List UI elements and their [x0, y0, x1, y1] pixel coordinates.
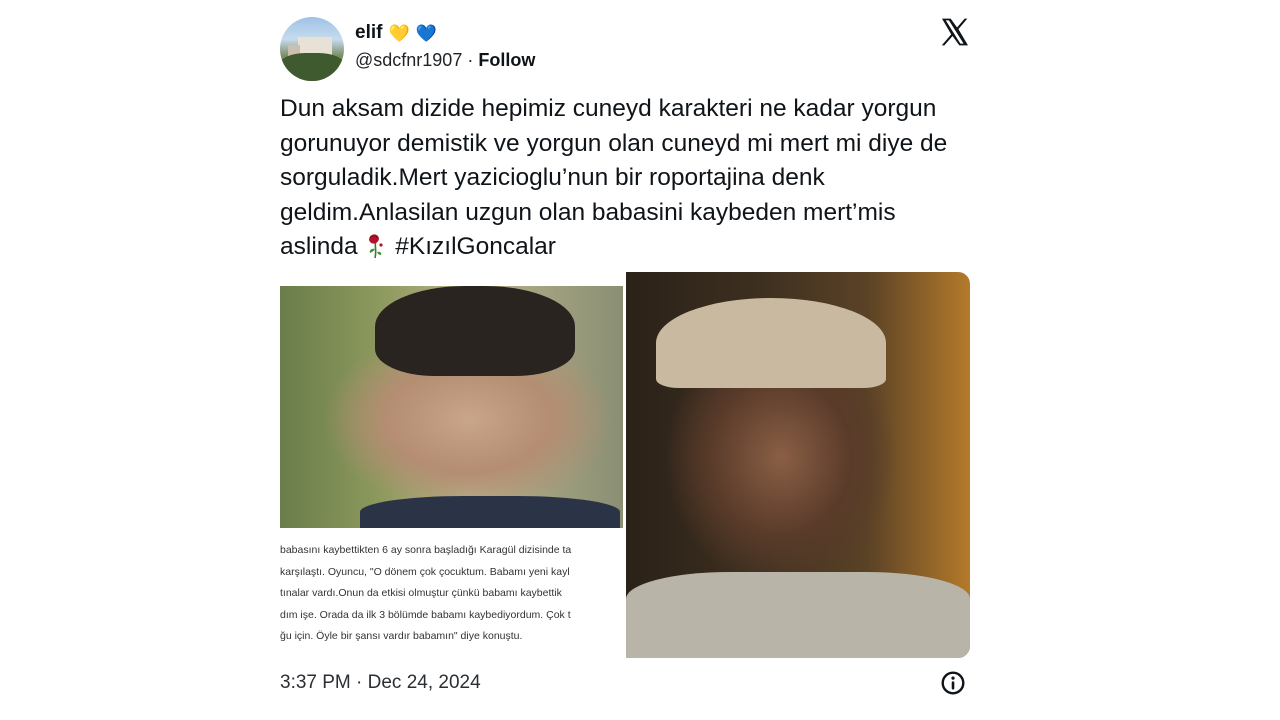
author-handle-row: @sdcfnr1907 · Follow	[355, 50, 535, 71]
caption-line: karşılaştı. Oyuncu, "O dönem çok çocuktu…	[280, 565, 570, 578]
x-logo-icon[interactable]	[938, 16, 970, 48]
author-name-row: elif 💛 💙	[355, 22, 437, 44]
author-avatar[interactable]	[280, 17, 344, 81]
caption-line: tınalar vardı.Onun da etkisi olmuştur çü…	[280, 587, 562, 599]
separator-dot: ·	[467, 50, 474, 70]
image-caption-text: babasını kaybettikten 6 ay sonra başladı…	[280, 540, 623, 660]
photo-robe-shape	[626, 572, 970, 658]
photo-cap-shape	[656, 298, 886, 388]
tweet-timestamp[interactable]: 3:37 PM · Dec 24, 2024	[280, 672, 481, 694]
author-name[interactable]: elif	[355, 22, 382, 44]
follow-button[interactable]: Follow	[478, 50, 535, 71]
caption-line: ğu için. Öyle bir şansı vardır babamın" …	[280, 630, 523, 642]
avatar-trees	[280, 53, 344, 81]
yellow-heart-icon: 💛	[388, 23, 410, 43]
photo-shirt-shape	[360, 496, 620, 528]
caption-line: babasını kaybettikten 6 ay sonra başladı…	[280, 544, 572, 556]
tweet-text: Dun aksam dizide hepimiz cuneyd karakter…	[280, 92, 970, 265]
tweet-image-right[interactable]	[626, 272, 970, 658]
hashtag-link[interactable]: #KızılGoncalar	[395, 233, 556, 260]
blue-heart-icon: 💙	[415, 23, 437, 43]
author-handle[interactable]: @sdcfnr1907	[355, 50, 462, 71]
wilted-rose-icon	[369, 234, 384, 259]
tweet-image-left[interactable]	[280, 286, 623, 528]
photo-hair-shape	[375, 286, 575, 376]
info-icon[interactable]	[940, 670, 966, 696]
caption-line: dım işe. Orada da ilk 3 bölümde babamı k…	[280, 608, 571, 621]
